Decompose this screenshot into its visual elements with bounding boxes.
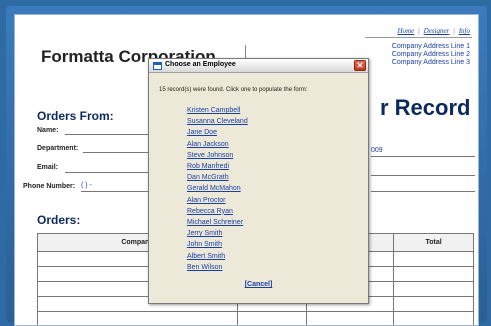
- employee-link[interactable]: Kristen Campbell: [187, 105, 248, 116]
- name-field[interactable]: [65, 134, 161, 135]
- employee-link[interactable]: Rob Manfredi: [187, 161, 248, 172]
- orders-from-heading: Orders From:: [37, 109, 114, 123]
- employee-link[interactable]: Rebecca Ryan: [187, 206, 248, 217]
- link-separator: |: [453, 27, 455, 35]
- department-label: Department:: [37, 145, 79, 152]
- employee-link[interactable]: Susanna Cleveland: [187, 116, 248, 127]
- employee-link[interactable]: Ben Wilson: [187, 262, 248, 273]
- employee-link[interactable]: Dan McGrath: [187, 172, 248, 183]
- name-label: Name:: [37, 127, 59, 134]
- dialog-titlebar[interactable]: Choose an Employee ✕: [149, 59, 368, 73]
- company-address: Company Address Line 1 Company Address L…: [392, 43, 470, 67]
- right-field-line[interactable]: [371, 175, 475, 176]
- phone-label: Phone Number:: [23, 183, 76, 190]
- info-link[interactable]: Info: [459, 27, 470, 35]
- table-cell[interactable]: [393, 281, 474, 297]
- table-cell[interactable]: [393, 311, 474, 325]
- orders-heading: Orders:: [37, 213, 81, 227]
- address-line-1: Company Address Line 1: [391, 43, 470, 50]
- employee-link[interactable]: Jane Doe: [187, 127, 248, 138]
- date-field[interactable]: [371, 156, 475, 157]
- cancel-link[interactable]: [Cancel]: [149, 281, 368, 288]
- email-field[interactable]: [65, 172, 161, 173]
- phone-value[interactable]: ( ) -: [81, 182, 92, 189]
- header-rule: [365, 37, 472, 38]
- employee-link[interactable]: Steve Johnson: [187, 150, 248, 161]
- top-links: Home | Designer | Info: [398, 27, 470, 35]
- address-line-2: Company Address Line 2: [391, 51, 470, 58]
- table-cell[interactable]: [306, 311, 395, 325]
- date-value: 009: [371, 147, 383, 154]
- employee-link[interactable]: Alan Proctor: [187, 195, 248, 206]
- address-line-3: Company Address Line 3: [391, 59, 470, 66]
- window-icon: [153, 62, 162, 70]
- dialog-title: Choose an Employee: [165, 61, 236, 68]
- employee-link[interactable]: John Smith: [187, 239, 248, 250]
- table-cell[interactable]: [393, 251, 474, 267]
- table-cell[interactable]: [37, 311, 238, 325]
- designer-link[interactable]: Designer: [424, 27, 450, 35]
- table-cell[interactable]: [393, 296, 474, 312]
- employee-link[interactable]: Albert Smith: [187, 251, 248, 262]
- employee-list: Kristen Campbell Susanna Cleveland Jane Do…: [187, 105, 248, 273]
- employee-link[interactable]: Jerry Smith: [187, 228, 248, 239]
- document-title: r Record: [380, 95, 471, 120]
- dialog-message: 15 record(s) were found. Click one to po…: [159, 87, 308, 93]
- table-cell[interactable]: [236, 311, 308, 325]
- close-icon[interactable]: ✕: [354, 60, 366, 71]
- right-field-line-2[interactable]: [371, 191, 475, 192]
- table-cell[interactable]: [393, 266, 474, 282]
- table-row: [37, 311, 474, 325]
- employee-link[interactable]: Alan Jackson: [187, 139, 248, 150]
- email-label: Email:: [37, 164, 59, 171]
- column-header: Total: [393, 233, 474, 252]
- choose-employee-dialog: Choose an Employee ✕ 15 record(s) were f…: [148, 58, 369, 304]
- employee-link[interactable]: Michael Schreiner: [187, 217, 248, 228]
- employee-link[interactable]: Gerald McMahon: [187, 183, 248, 194]
- link-separator: |: [418, 27, 420, 35]
- home-link[interactable]: Home: [398, 27, 415, 35]
